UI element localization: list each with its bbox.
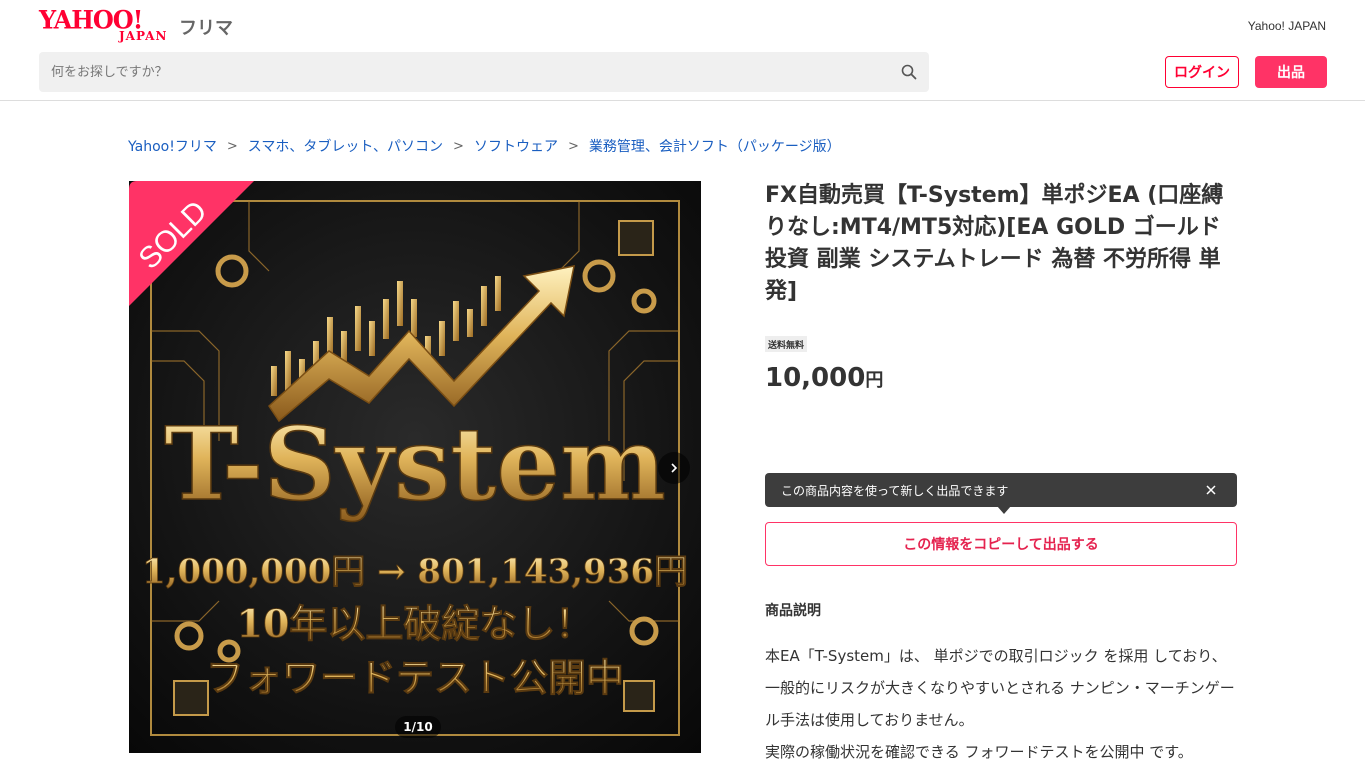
image-line2: 10年以上破綻なし！	[237, 601, 594, 646]
chevron-right-icon	[671, 463, 678, 473]
logo-japan-text: JAPAN	[119, 29, 168, 43]
breadcrumb-separator: >	[453, 138, 464, 154]
product-image[interactable]: T-System 1,000,000円 → 801,143,936円 10年以上…	[129, 181, 701, 753]
sold-badge: SOLD	[129, 181, 254, 306]
login-button[interactable]: ログイン	[1165, 56, 1239, 88]
image-next-button[interactable]	[658, 452, 690, 484]
image-headline: T-System	[164, 405, 666, 523]
tooltip-text: この商品内容を使って新しく出品できます	[781, 483, 1009, 498]
breadcrumb: Yahoo!フリマ > スマホ、タブレット、パソコン > ソフトウェア > 業務…	[128, 136, 841, 156]
yahoo-furima-logo[interactable]: YAHOO! JAPAN フリマ	[39, 7, 233, 44]
relist-tooltip: この商品内容を使って新しく出品できます	[765, 473, 1237, 507]
product-price: 10,000円	[765, 363, 883, 393]
product-title: FX自動売買【T-System】単ポジEA (口座縛りなし:MT4/MT5対応)…	[765, 183, 1224, 304]
yahoo-logo-mark: YAHOO! JAPAN	[39, 7, 175, 44]
tooltip-arrow	[997, 506, 1011, 514]
product-description: 本EA「T-System」は、 単ポジでの取引ロジック を採用 しており、 一般…	[765, 640, 1235, 768]
breadcrumb-item-home[interactable]: Yahoo!フリマ	[128, 136, 217, 156]
yahoo-japan-link[interactable]: Yahoo! JAPAN	[1248, 19, 1326, 33]
close-icon[interactable]	[1203, 482, 1219, 498]
site-header: YAHOO! JAPAN フリマ Yahoo! JAPAN ログイン 出品	[0, 0, 1365, 101]
image-counter: 1/10	[395, 716, 441, 738]
sell-button[interactable]: 出品	[1255, 56, 1327, 88]
image-line1: 1,000,000円 → 801,143,936円	[142, 552, 688, 592]
breadcrumb-item-software[interactable]: ソフトウェア	[474, 136, 558, 156]
search-input[interactable]	[39, 52, 889, 92]
image-line3: フォワードテスト公開中	[206, 655, 624, 700]
logo-furima-text: フリマ	[179, 18, 233, 39]
description-heading: 商品説明	[765, 603, 821, 619]
price-unit: 円	[865, 370, 884, 391]
copy-and-list-button[interactable]: この情報をコピーして出品する	[765, 522, 1237, 566]
breadcrumb-item-business-software[interactable]: 業務管理、会計ソフト（パッケージ版）	[589, 136, 841, 156]
search-icon[interactable]	[901, 64, 917, 80]
breadcrumb-item-smartphone-pc[interactable]: スマホ、タブレット、パソコン	[248, 136, 443, 156]
breadcrumb-separator: >	[567, 138, 579, 154]
description-paragraph: 本EA「T-System」は、 単ポジでの取引ロジック を採用 しており、 一般…	[765, 647, 1235, 729]
description-paragraph: 実際の稼働状況を確認できる フォワードテストを公開中 です。	[765, 743, 1193, 761]
breadcrumb-separator: >	[226, 138, 238, 154]
free-shipping-badge: 送料無料	[765, 336, 808, 352]
price-value: 10,000	[765, 363, 866, 393]
search-bar	[39, 52, 929, 92]
